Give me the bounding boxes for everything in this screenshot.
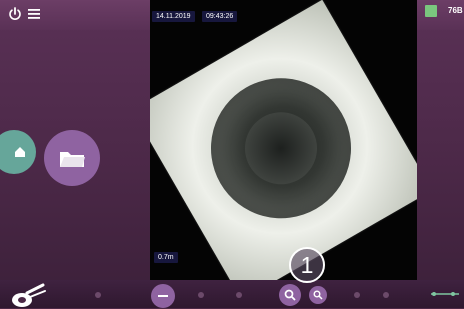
bottom-dot-2	[198, 292, 204, 298]
bottom-dot-5	[383, 292, 389, 298]
camera-view: 14.11.2019 09:43:26 0.7m	[150, 0, 417, 280]
top-right-value: 76B	[448, 6, 463, 15]
zoom-out-icon	[313, 290, 323, 300]
distance-label: 0.7m	[154, 252, 178, 263]
time-label: 09:43:26	[202, 11, 238, 22]
bottom-dot-3	[236, 292, 242, 298]
minus-icon	[158, 295, 168, 297]
bottom-dot-4	[354, 292, 360, 298]
date-label: 14.11.2019	[152, 11, 195, 22]
folder-icon	[60, 152, 85, 167]
bottom-dot-1	[95, 292, 101, 298]
home-icon	[15, 147, 25, 157]
pipe-depth	[231, 99, 331, 198]
top-status-bar: 76B	[417, 0, 464, 30]
hamburger-menu-icon[interactable]	[27, 8, 41, 20]
zoom-in-button[interactable]	[279, 284, 301, 306]
pipe-opening	[185, 52, 377, 244]
green-status-box	[425, 5, 437, 17]
line-slider-icon[interactable]	[430, 290, 460, 298]
minus-button[interactable]	[151, 284, 175, 308]
bottom-control-bar	[0, 280, 464, 308]
pipe-video-frame	[150, 0, 417, 280]
top-toolbar	[0, 0, 150, 30]
right-panel	[417, 0, 464, 308]
zoom-out-button[interactable]	[309, 286, 327, 304]
callout-marker: 1	[289, 247, 325, 283]
zoom-in-icon	[284, 289, 296, 301]
camera-probe-icon	[12, 283, 46, 307]
folder-button[interactable]	[44, 130, 100, 186]
power-icon[interactable]	[8, 7, 22, 21]
